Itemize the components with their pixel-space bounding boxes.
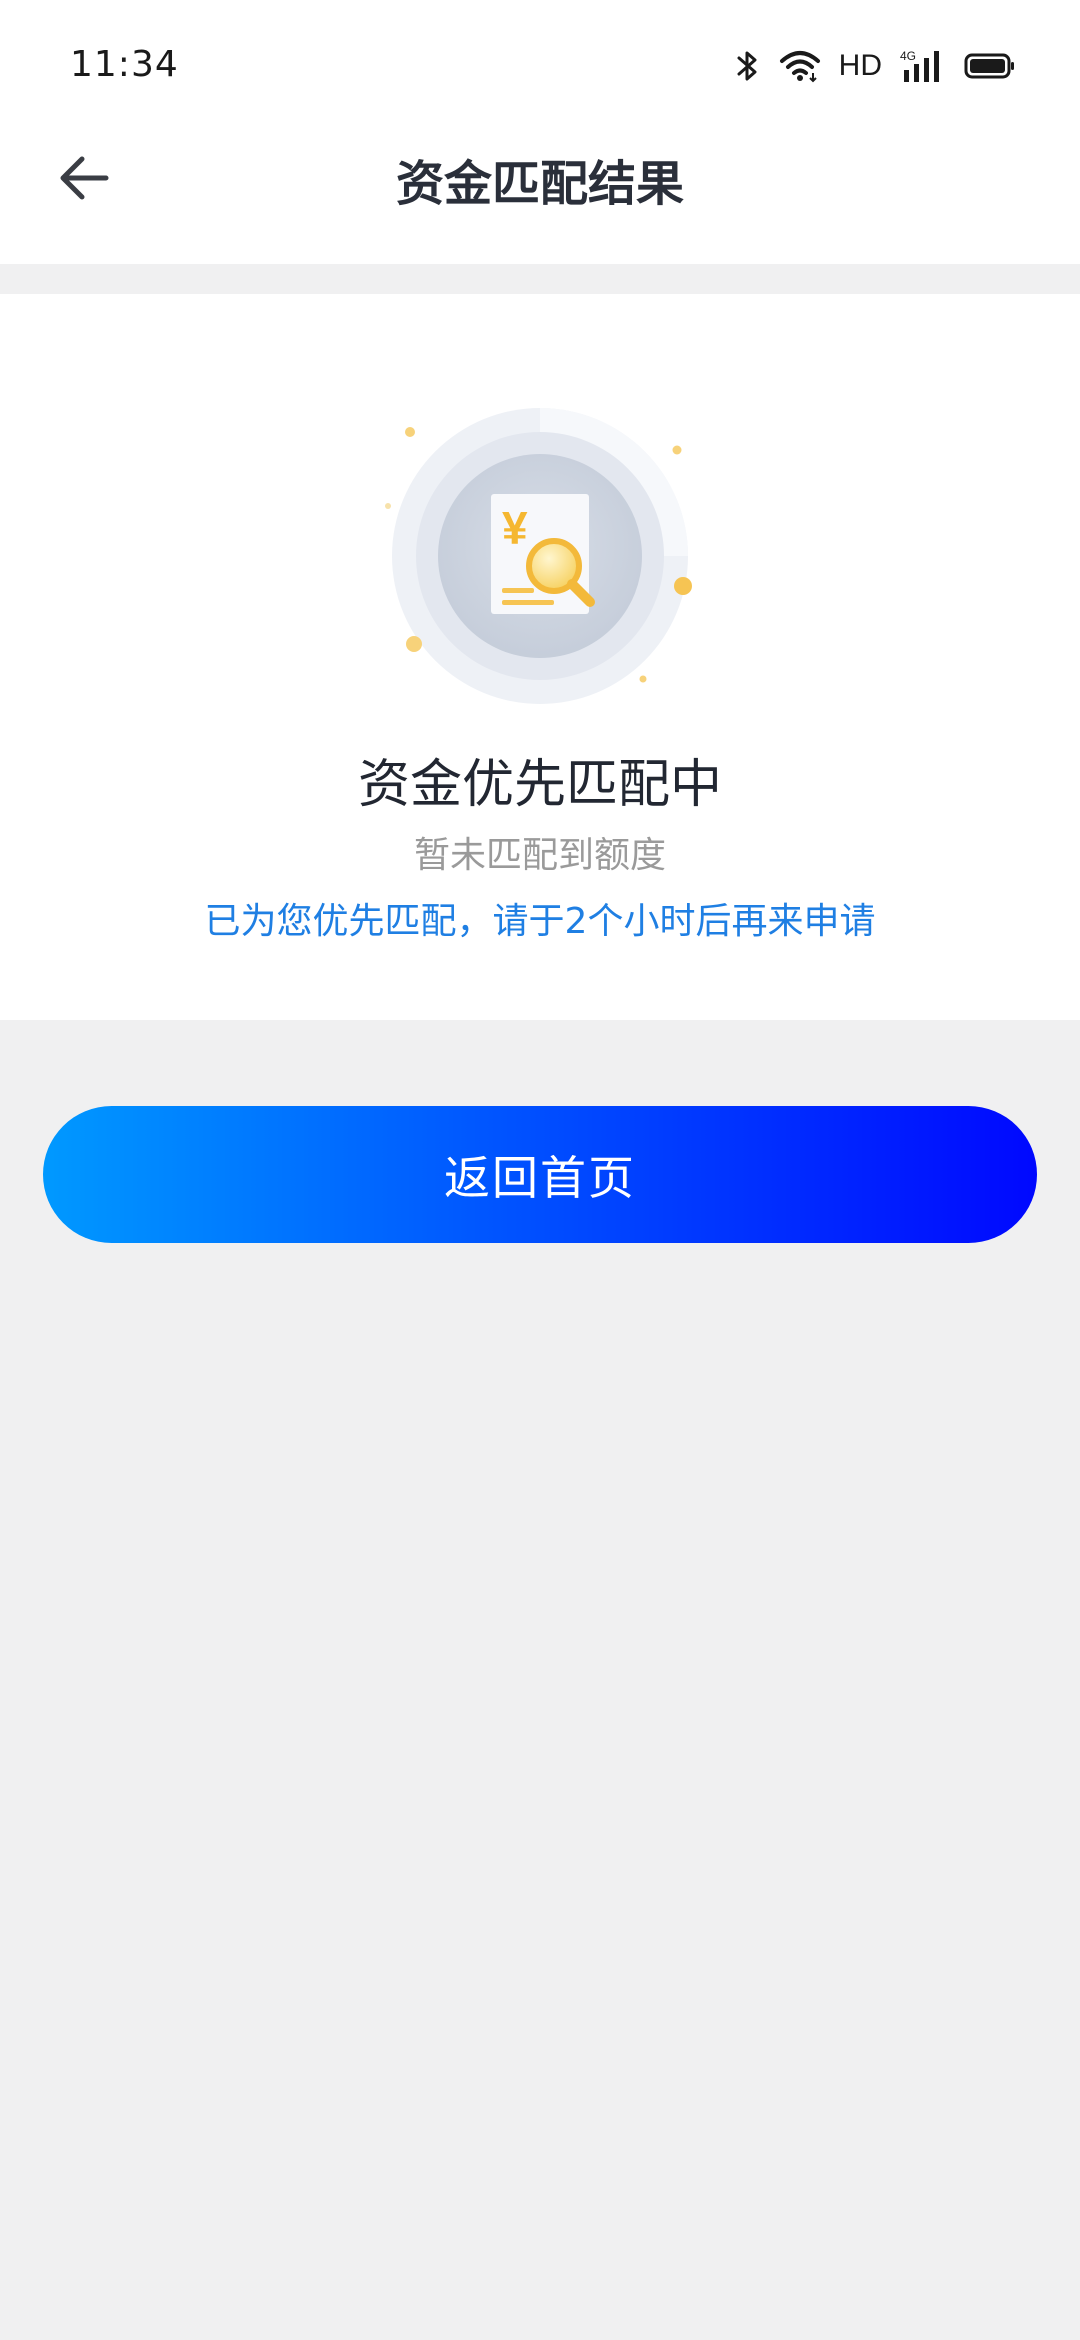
coin-dot — [674, 577, 692, 595]
status-time: 11:34 — [70, 44, 179, 85]
coin-dot — [385, 503, 391, 509]
battery-icon — [964, 53, 1014, 79]
status-bar: 11:34 HD 4G — [0, 0, 1080, 132]
section-divider — [0, 264, 1080, 294]
return-home-button[interactable]: 返回首页 — [43, 1106, 1037, 1243]
result-title: 资金优先匹配中 — [357, 755, 722, 815]
cellular-signal-icon: 4G — [900, 49, 939, 82]
coin-dot — [405, 427, 415, 437]
document-line-1 — [502, 588, 534, 593]
document-line-2 — [502, 600, 554, 605]
bluetooth-icon — [737, 51, 757, 81]
network-gen-label: 4G — [900, 49, 916, 63]
result-subtitle: 暂未匹配到额度 — [413, 835, 666, 876]
coin-dot — [639, 675, 647, 683]
coin-dot — [672, 445, 682, 455]
wifi-icon — [779, 51, 820, 83]
page-title: 资金匹配结果 — [395, 156, 684, 212]
network-hd-label: HD — [838, 49, 882, 82]
status-icons: HD 4G — [735, 44, 1016, 88]
yuan-symbol: ¥ — [502, 502, 528, 554]
result-note: 已为您优先匹配，请于2个小时后再来申请 — [204, 901, 876, 942]
coin-dot — [406, 636, 422, 652]
fund-matching-illustration: ¥ — [385, 408, 692, 704]
